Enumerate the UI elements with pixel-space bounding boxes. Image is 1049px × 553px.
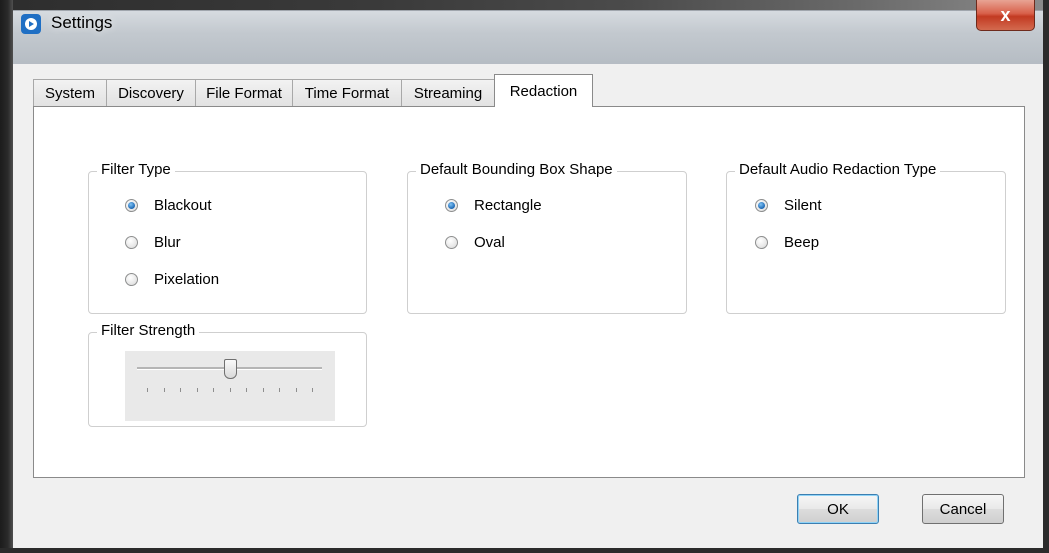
filter-strength-slider[interactable] (125, 351, 335, 421)
radio-label: Pixelation (154, 271, 220, 288)
settings-dialog: System Discovery File Format Time Format… (13, 64, 1043, 548)
radio-unchecked-icon (755, 236, 768, 249)
radio-unchecked-icon (125, 273, 138, 286)
radio-oval[interactable]: Oval (445, 234, 505, 251)
cancel-label: Cancel (939, 500, 987, 518)
radio-silent[interactable]: Silent (755, 197, 822, 214)
radio-checked-icon (755, 199, 768, 212)
radio-checked-icon (125, 199, 138, 212)
slider-tick (295, 388, 297, 392)
close-icon: x (1000, 4, 1011, 25)
tab-label: Streaming (413, 84, 483, 102)
tab-system[interactable]: System (33, 79, 107, 106)
tab-label: Time Format (304, 84, 390, 102)
tab-label: System (44, 84, 95, 102)
slider-tick (229, 388, 231, 392)
tab-streaming[interactable]: Streaming (401, 79, 495, 106)
close-button[interactable]: x (976, 0, 1035, 31)
title-bar-inner (13, 10, 1043, 65)
app-icon (21, 14, 41, 34)
slider-tick (180, 388, 181, 392)
tab-redaction[interactable]: Redaction (494, 74, 593, 107)
slider-tick (262, 388, 264, 392)
radio-label: Blackout (154, 197, 212, 214)
slider-tick (312, 388, 313, 392)
filter-strength-title: Filter Strength (97, 322, 200, 339)
window-title: Settings (51, 13, 113, 32)
slider-tick (279, 388, 280, 392)
radio-rectangle[interactable]: Rectangle (445, 197, 542, 214)
tab-label: Redaction (509, 82, 578, 100)
cancel-button[interactable]: Cancel (922, 494, 1004, 524)
filter-type-group: Filter Type Blackout Blur Pixelation (88, 161, 367, 314)
radio-label: Blur (154, 234, 181, 251)
window-frame-bottom (0, 548, 1049, 553)
title-bar[interactable]: Settings x (13, 0, 1043, 65)
audio-redaction-type-group: Default Audio Redaction Type Silent Beep (726, 161, 1006, 314)
slider-tick (196, 388, 198, 392)
redaction-tab-panel: Filter Type Blackout Blur Pixelation Def… (33, 106, 1025, 478)
ok-label: OK (827, 500, 849, 518)
slider-tick (213, 388, 214, 392)
slider-tick (147, 388, 148, 392)
slider-tick (246, 388, 247, 392)
tab-label: Discovery (118, 84, 184, 102)
slider-tick (163, 388, 165, 392)
radio-pixelation[interactable]: Pixelation (125, 271, 219, 288)
ok-button[interactable]: OK (797, 494, 879, 524)
radio-unchecked-icon (125, 236, 138, 249)
window-frame-right (1043, 0, 1049, 553)
bounding-box-shape-title: Default Bounding Box Shape (416, 161, 617, 178)
tab-time-format[interactable]: Time Format (292, 79, 402, 106)
radio-blur[interactable]: Blur (125, 234, 181, 251)
tab-label: File Format (206, 84, 282, 102)
radio-label: Oval (474, 234, 505, 251)
tab-file-format[interactable]: File Format (195, 79, 293, 106)
slider-thumb[interactable] (223, 359, 237, 379)
audio-redaction-type-title: Default Audio Redaction Type (735, 161, 941, 178)
tab-discovery[interactable]: Discovery (106, 79, 196, 106)
radio-label: Silent (784, 197, 822, 214)
radio-checked-icon (445, 199, 458, 212)
radio-unchecked-icon (445, 236, 458, 249)
radio-label: Beep (784, 234, 820, 251)
window-frame-left (0, 0, 13, 553)
radio-beep[interactable]: Beep (755, 234, 819, 251)
radio-label: Rectangle (474, 197, 542, 214)
bounding-box-shape-group: Default Bounding Box Shape Rectangle Ova… (407, 161, 687, 314)
filter-type-title: Filter Type (97, 161, 175, 178)
radio-blackout[interactable]: Blackout (125, 197, 212, 214)
filter-strength-group: Filter Strength (88, 322, 367, 427)
